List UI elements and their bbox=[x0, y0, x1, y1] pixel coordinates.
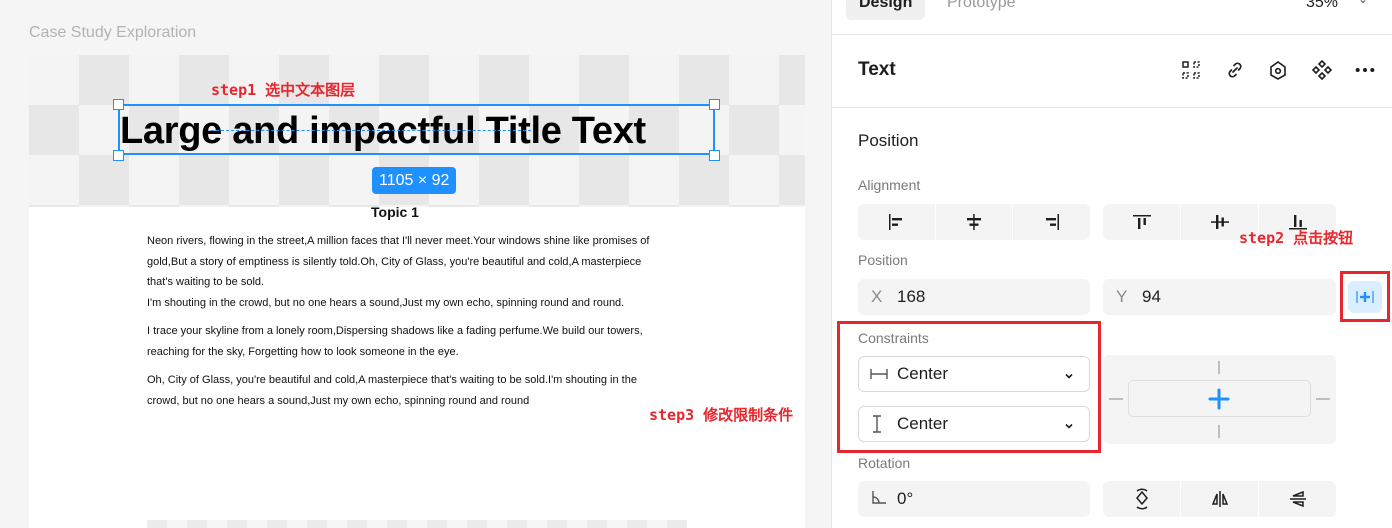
grid-select-icon[interactable] bbox=[1180, 59, 1202, 81]
constraints-diagram-icon bbox=[1109, 361, 1330, 438]
zoom-level[interactable]: 35% bbox=[1306, 0, 1338, 18]
rotation-field[interactable]: 0° bbox=[858, 481, 1090, 517]
y-value[interactable]: 94 bbox=[1142, 287, 1161, 307]
position-section-title: Position bbox=[858, 131, 919, 150]
angle-icon bbox=[871, 489, 897, 509]
text-line: reaching for the sky, Forgetting how to … bbox=[147, 345, 459, 358]
annotation-step3: step3 修改限制条件 bbox=[649, 406, 794, 424]
constraints-widget[interactable] bbox=[1103, 355, 1336, 444]
tab-prototype[interactable]: Prototype bbox=[934, 0, 1028, 20]
annotation-step2: step2 点击按钮 bbox=[1239, 229, 1354, 247]
layer-type-title: Text bbox=[858, 59, 896, 80]
resize-handle-top-right[interactable] bbox=[709, 99, 720, 110]
align-horizontal-center-button[interactable] bbox=[936, 204, 1014, 240]
text-line: Oh, City of Glass, you're beautiful and … bbox=[147, 374, 637, 386]
flip-horizontal-icon[interactable] bbox=[1181, 481, 1259, 517]
x-position-field[interactable]: X 168 bbox=[858, 279, 1090, 315]
y-prefix: Y bbox=[1116, 287, 1128, 306]
transform-actions-group bbox=[1103, 481, 1336, 517]
rotation-label: Rotation bbox=[858, 455, 911, 471]
tab-design[interactable]: Design bbox=[846, 0, 926, 20]
paragraph: Oh, City of Glass, you're beautiful and … bbox=[147, 370, 692, 411]
alignment-label: Alignment bbox=[858, 177, 921, 193]
align-top-button[interactable] bbox=[1103, 204, 1181, 240]
align-right-button[interactable] bbox=[1013, 204, 1090, 240]
paragraph: I trace your skyline from a lonely room,… bbox=[147, 321, 692, 362]
resize-handle-top-left[interactable] bbox=[113, 99, 124, 110]
target-icon[interactable] bbox=[1267, 59, 1289, 81]
resize-handle-bottom-right[interactable] bbox=[709, 150, 720, 161]
body-text[interactable]: Neon rivers, flowing in the street,A mil… bbox=[147, 231, 692, 419]
chevron-down-icon[interactable]: ⌄ bbox=[1358, 0, 1368, 6]
x-value[interactable]: 168 bbox=[897, 287, 925, 307]
horizontal-alignment-group bbox=[858, 204, 1090, 240]
panel-tabs: Design Prototype 35% ⌄ bbox=[832, 0, 1392, 20]
resize-handle-bottom-left[interactable] bbox=[113, 150, 124, 161]
annotation-step1: step1 选中文本图层 bbox=[211, 81, 356, 99]
rotate-90-icon[interactable] bbox=[1103, 481, 1181, 517]
link-icon[interactable] bbox=[1224, 59, 1246, 81]
image-placeholder[interactable] bbox=[147, 520, 687, 528]
text-line: that's waiting to be sold. bbox=[147, 276, 265, 288]
highlight-box-step3 bbox=[837, 321, 1101, 453]
design-panel: Design Prototype 35% ⌄ Text Position Ali… bbox=[831, 0, 1392, 528]
topic-heading[interactable]: Topic 1 bbox=[371, 204, 419, 220]
highlight-box-step2 bbox=[1340, 271, 1390, 322]
position-label: Position bbox=[858, 252, 908, 268]
flip-vertical-icon[interactable] bbox=[1259, 481, 1336, 517]
selection-baseline bbox=[211, 130, 531, 131]
text-line: gold,But a story of emptiness is silentl… bbox=[147, 255, 642, 268]
rotation-value[interactable]: 0° bbox=[897, 489, 913, 509]
text-line: I'm shouting in the crowd, but no one he… bbox=[147, 296, 625, 309]
frame-label[interactable]: Case Study Exploration bbox=[29, 24, 196, 42]
text-line: Neon rivers, flowing in the street,A mil… bbox=[147, 235, 650, 247]
paragraph: Neon rivers, flowing in the street,A mil… bbox=[147, 231, 692, 313]
align-left-button[interactable] bbox=[858, 204, 936, 240]
y-position-field[interactable]: Y 94 bbox=[1103, 279, 1336, 315]
text-line: I trace your skyline from a lonely room,… bbox=[147, 325, 643, 337]
x-prefix: X bbox=[871, 287, 883, 306]
more-icon[interactable] bbox=[1354, 59, 1376, 81]
dimensions-badge: 1105 × 92 bbox=[372, 167, 457, 194]
text-line: crowd, but no one hears a sound,Just my … bbox=[147, 394, 530, 407]
frame[interactable]: Large and impactful Title Text 1105 × 92… bbox=[29, 55, 805, 528]
component-icon[interactable] bbox=[1311, 59, 1333, 81]
layer-header: Text bbox=[832, 34, 1392, 108]
canvas[interactable]: Case Study Exploration Large and impactf… bbox=[0, 0, 831, 528]
